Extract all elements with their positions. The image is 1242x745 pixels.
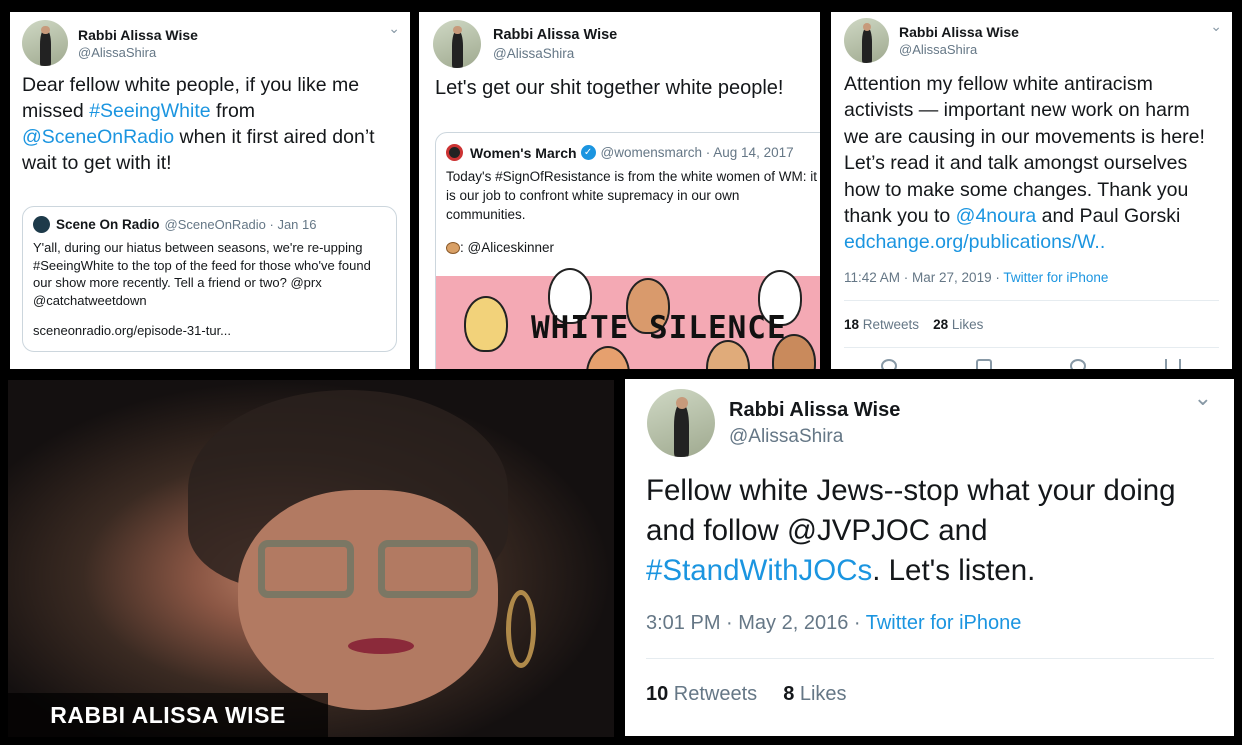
timestamp-text: 3:01 PM · May 2, 2016 · — [646, 612, 866, 634]
avatar[interactable] — [647, 389, 715, 457]
tweet-text: Dear fellow white people, if you like me… — [22, 72, 398, 176]
palette-emoji-icon — [446, 241, 460, 254]
tweet-text-part: and Paul Gorski — [1036, 205, 1181, 228]
quoted-text: Today's #SignOfResistance is from the wh… — [446, 169, 817, 222]
chevron-down-icon[interactable]: ⌄ — [1210, 18, 1222, 35]
author-handle[interactable]: @AlissaShira — [899, 42, 1019, 57]
tweet-panel-stand-with-jocs: Rabbi Alissa Wise @AlissaShira ⌄ Fellow … — [625, 379, 1234, 736]
like-label: Likes — [948, 316, 984, 332]
like-count[interactable]: 28 Likes — [933, 317, 983, 332]
tweet-text-part: Attention my fellow white antiracism act… — [844, 73, 1205, 228]
news-caption: RABBI ALISSA WISE — [8, 693, 328, 737]
avatar[interactable] — [22, 20, 68, 66]
avatar[interactable] — [433, 20, 481, 68]
author-name[interactable]: Rabbi Alissa Wise — [899, 24, 1019, 40]
like-number: 8 — [783, 683, 795, 705]
tweet-text-part: from — [210, 100, 256, 122]
timestamp-text: 11:42 AM · Mar 27, 2019 · — [844, 270, 1004, 285]
retweet-number: 10 — [646, 683, 669, 705]
author-name[interactable]: Rabbi Alissa Wise — [729, 399, 900, 422]
quoted-author-name: Scene On Radio — [56, 217, 160, 232]
hashtag-link[interactable]: #SeeingWhite — [89, 100, 210, 122]
quoted-tweet[interactable]: Scene On Radio @SceneOnRadio · Jan 16 Y'… — [22, 206, 397, 352]
like-number: 28 — [933, 316, 949, 332]
tweet-panel-white-silence: Rabbi Alissa Wise @AlissaShira Let's get… — [419, 12, 820, 369]
tweet-panel-seeing-white: Rabbi Alissa Wise @AlissaShira ⌄ Dear fe… — [10, 12, 410, 369]
quoted-text: Y'all, during our hiatus between seasons… — [33, 240, 371, 308]
tweet-timestamp: 3:01 PM · May 2, 2016 · Twitter for iPho… — [646, 612, 1021, 635]
retweet-icon[interactable] — [975, 359, 992, 369]
scene-on-radio-logo-icon — [33, 216, 50, 233]
quoted-handle-date: @womensmarch · Aug 14, 2017 — [600, 145, 794, 160]
like-count[interactable]: 8 Likes — [783, 683, 846, 706]
mention-link[interactable]: @4noura — [956, 205, 1037, 227]
source-link[interactable]: Twitter for iPhone — [866, 612, 1022, 634]
share-icon[interactable] — [1164, 359, 1181, 369]
artist-credit: : @Aliceskinner — [460, 240, 554, 255]
action-bar — [881, 359, 1181, 369]
author-handle[interactable]: @AlissaShira — [78, 45, 198, 60]
news-still-photo: RABBI ALISSA WISE — [8, 380, 614, 737]
retweet-count[interactable]: 10 Retweets — [646, 683, 757, 706]
tweet-text: Let's get our shit together white people… — [435, 77, 784, 99]
mention-link[interactable]: @SceneOnRadio — [22, 126, 174, 148]
tweet-text: Attention my fellow white antiracism act… — [844, 71, 1219, 256]
retweet-label: Retweets — [668, 683, 758, 705]
engagement-stats: 10 Retweets 8 Likes — [646, 658, 1214, 730]
author-handle[interactable]: @AlissaShira — [493, 46, 617, 61]
illustration-title: WHITE SILENCE — [531, 310, 787, 346]
author-handle[interactable]: @AlissaShira — [729, 426, 900, 448]
tweet-panel-antiracism: Rabbi Alissa Wise @AlissaShira ⌄ Attenti… — [831, 12, 1232, 369]
heart-icon[interactable] — [1070, 359, 1087, 369]
source-link[interactable]: Twitter for iPhone — [1003, 270, 1108, 285]
womens-march-logo-icon — [446, 144, 463, 161]
retweet-label: Retweets — [859, 316, 920, 332]
retweet-count[interactable]: 18 Retweets — [844, 317, 919, 332]
avatar[interactable] — [844, 18, 889, 63]
reply-icon[interactable] — [881, 359, 897, 369]
engagement-stats: 18 Retweets 28 Likes — [844, 300, 1219, 348]
quoted-link[interactable]: sceneonradio.org/episode-31-tur... — [33, 323, 386, 338]
verified-badge-icon: ✓ — [580, 145, 596, 160]
chevron-down-icon[interactable]: ⌄ — [388, 20, 400, 37]
hashtag-link[interactable]: #StandWithJOCs — [646, 554, 872, 587]
glasses-icon — [258, 540, 488, 600]
quoted-author-name: Women's March — [470, 144, 577, 161]
lips-shape — [348, 638, 414, 654]
quoted-handle-date: @SceneOnRadio · Jan 16 — [164, 217, 317, 232]
tweet-timestamp: 11:42 AM · Mar 27, 2019 · Twitter for iP… — [844, 270, 1108, 285]
face-shape — [238, 490, 498, 710]
retweet-number: 18 — [844, 316, 860, 332]
article-link[interactable]: edchange.org/publications/W.. — [844, 231, 1105, 253]
author-name[interactable]: Rabbi Alissa Wise — [78, 27, 198, 43]
like-label: Likes — [794, 683, 847, 705]
quoted-tweet[interactable]: Women's March ✓ @womensmarch · Aug 14, 2… — [435, 132, 820, 369]
chevron-down-icon[interactable]: ⌄ — [1194, 385, 1212, 411]
tweet-text-part: Fellow white Jews--stop what your doing … — [646, 474, 1176, 547]
tweet-text: Fellow white Jews--stop what your doing … — [646, 471, 1216, 591]
tweet-text-part: . Let's listen. — [872, 554, 1036, 587]
white-silence-illustration: WHITE SILENCE — [436, 268, 820, 369]
earring-icon — [506, 590, 536, 668]
author-name[interactable]: Rabbi Alissa Wise — [493, 27, 617, 43]
